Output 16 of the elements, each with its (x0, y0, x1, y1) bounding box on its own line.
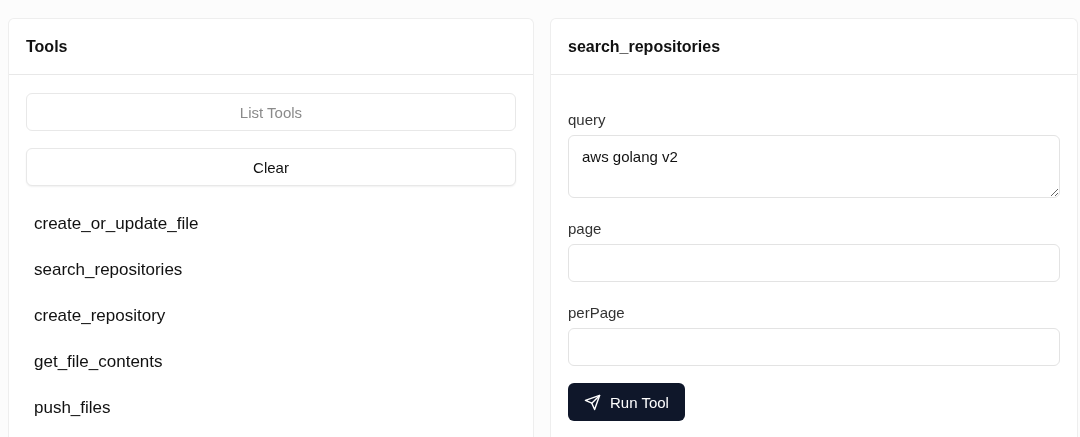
run-tool-button[interactable]: Run Tool (568, 383, 685, 421)
tool-list-item[interactable]: create_repository (26, 293, 516, 339)
field-label: query (568, 111, 607, 128)
tool-list-item[interactable]: search_repositories (26, 247, 516, 293)
input-field[interactable] (568, 328, 1060, 366)
tool-list-item[interactable]: push_files (26, 385, 516, 431)
clear-button[interactable]: Clear (26, 148, 516, 186)
field-label: page (568, 220, 603, 237)
input-field[interactable] (568, 244, 1060, 282)
send-icon (584, 393, 601, 411)
input-field[interactable]: aws golang v2 (568, 135, 1060, 198)
field-label: perPage (568, 304, 626, 321)
panel-title: search_repositories (568, 37, 721, 56)
panel-title: Tools (26, 37, 68, 56)
tool-list-item[interactable]: get_file_contents (26, 339, 516, 385)
tool-list-item[interactable]: create_or_update_file (26, 201, 516, 247)
